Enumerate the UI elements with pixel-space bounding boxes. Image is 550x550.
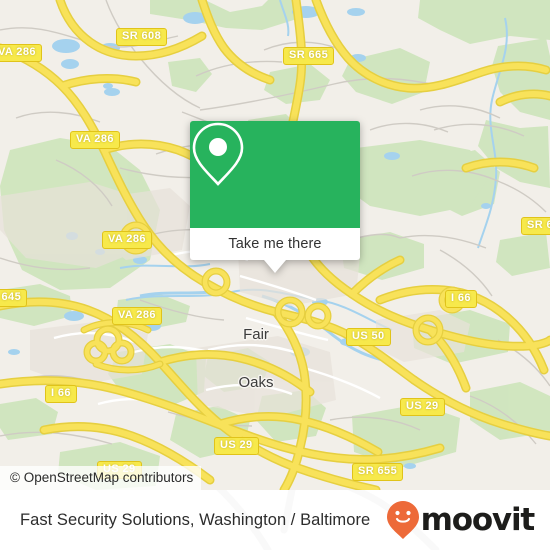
road-shield-sr-665: SR 665: [283, 47, 335, 65]
place-label-line-2: Oaks: [238, 374, 274, 391]
road-shield-va-286-edge: VA 286: [0, 44, 42, 62]
map-canvas[interactable]: Fair Oaks SR 608 SR 665 VA 286 VA 286 VA…: [0, 0, 550, 490]
road-shield-i-66-west: I 66: [45, 385, 77, 403]
road-shield-va-286-lower: VA 286: [112, 307, 162, 325]
map-screenshot-root: Fair Oaks SR 608 SR 665 VA 286 VA 286 VA…: [0, 0, 550, 550]
popup-icon-area: [190, 121, 360, 228]
road-shield-va-286-upper: VA 286: [70, 131, 120, 149]
road-shield-sr-655: SR 655: [352, 463, 404, 481]
road-shield-sr-608: SR 608: [116, 28, 168, 46]
popup-pointer: [264, 260, 286, 273]
road-shield-sr-645: SR 645: [0, 289, 28, 307]
road-shield-sr-6: SR 6: [521, 217, 550, 235]
place-label-line-1: Fair: [243, 326, 269, 343]
road-shield-va-286-mid: VA 286: [102, 231, 152, 249]
moovit-brand[interactable]: moovit: [386, 500, 536, 540]
map-pin-icon: [192, 122, 244, 186]
place-label-fair-oaks: Fair Oaks: [226, 295, 286, 423]
road-shield-i-66-east: I 66: [445, 290, 477, 308]
page-title: Fast Security Solutions, Washington / Ba…: [20, 510, 371, 529]
take-me-there-label: Take me there: [228, 236, 322, 252]
location-popup-card[interactable]: Take me there: [190, 121, 360, 273]
footer-bar: Fast Security Solutions, Washington / Ba…: [0, 490, 550, 550]
osm-attribution[interactable]: © OpenStreetMap contributors: [0, 466, 202, 490]
road-shield-us-29-mid: US 29: [214, 437, 259, 455]
popup-cta-area[interactable]: Take me there: [190, 228, 360, 260]
road-shield-us-50: US 50: [346, 328, 391, 346]
road-shield-us-29-east: US 29: [400, 398, 445, 416]
moovit-smiley-pin-icon: [386, 501, 419, 539]
moovit-wordmark: moovit: [420, 502, 536, 538]
